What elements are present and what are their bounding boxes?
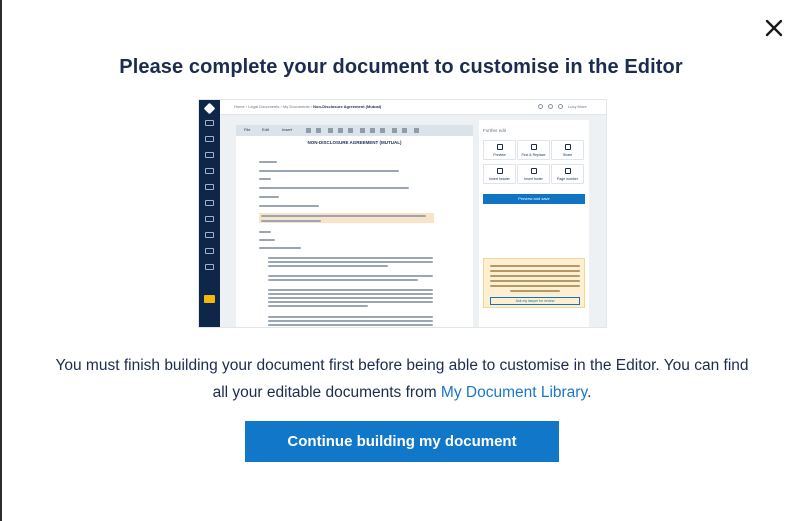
italic-icon	[338, 128, 343, 133]
indent-icon	[402, 128, 407, 133]
search-icon	[205, 184, 214, 190]
help-icon	[205, 264, 214, 270]
panel-insert-footer-button: Insert footer	[517, 164, 550, 184]
underline-icon	[348, 128, 353, 133]
menu-edit: Edit	[262, 127, 269, 132]
bell-icon	[558, 104, 563, 109]
undo-icon	[306, 128, 311, 133]
bold-icon	[328, 128, 333, 133]
documents-icon	[205, 120, 214, 126]
format-icon	[414, 128, 419, 133]
dialog-message: You must finish building your document f…	[52, 352, 752, 406]
panel-primary-button: Preview and save	[483, 194, 585, 204]
align-left-icon	[360, 128, 365, 133]
crown-icon	[204, 295, 215, 303]
search-icon	[538, 104, 543, 109]
building-icon	[205, 216, 214, 222]
message-text: You must finish building your document f…	[55, 357, 749, 401]
preview-toolbar: File Edit Insert	[236, 125, 473, 136]
panel-ask-lawyer-button: Ask my lawyer for review	[490, 297, 580, 305]
lawyer-icon	[205, 168, 214, 174]
preview-user: Lucy More	[568, 104, 587, 109]
list-icon	[392, 128, 397, 133]
breadcrumb-current: Non-Disclosure Agreement (Mutual)	[313, 104, 382, 109]
redo-icon	[316, 128, 321, 133]
logo-icon	[203, 102, 216, 115]
align-center-icon	[370, 128, 375, 133]
users-icon	[205, 248, 214, 254]
editor-preview-image: Home › Legal Documents › My Documents › …	[198, 99, 607, 328]
panel-page-number-button: Page number	[551, 164, 584, 184]
preview-breadcrumb: Home › Legal Documents › My Documents › …	[234, 104, 381, 109]
preview-document: NON-DISCLOSURE AGREEMENT (MUTUAL)	[236, 136, 473, 327]
preview-side-panel: Further edit Preview Find & Replace Shar…	[479, 120, 589, 327]
panel-heading: Further edit	[483, 128, 507, 133]
breadcrumb-path: Home › Legal Documents › My Documents ›	[234, 104, 314, 109]
settings-icon	[205, 232, 214, 238]
continue-building-button[interactable]: Continue building my document	[245, 421, 559, 462]
panel-preview-button: Preview	[483, 140, 516, 160]
close-icon[interactable]	[762, 16, 786, 40]
align-right-icon	[380, 128, 385, 133]
panel-share-button: Share	[551, 140, 584, 160]
document-library-link[interactable]: My Document Library	[441, 384, 587, 401]
preview-sidebar	[199, 100, 220, 327]
folder-icon	[205, 136, 214, 142]
edit-icon	[205, 152, 214, 158]
panel-insert-header-button: Insert header	[483, 164, 516, 184]
message-end: .	[587, 384, 592, 401]
panel-lawyer-note: Ask my lawyer for review	[483, 258, 585, 308]
preview-topbar: Home › Legal Documents › My Documents › …	[220, 100, 606, 115]
menu-file: File	[244, 127, 251, 132]
preview-doc-title: NON-DISCLOSURE AGREEMENT (MUTUAL)	[307, 140, 402, 145]
bell-icon	[205, 200, 214, 206]
panel-find-replace-button: Find & Replace	[517, 140, 550, 160]
phone-icon	[548, 104, 553, 109]
dialog-title: Please complete your document to customi…	[119, 56, 683, 78]
menu-insert: Insert	[282, 127, 293, 132]
